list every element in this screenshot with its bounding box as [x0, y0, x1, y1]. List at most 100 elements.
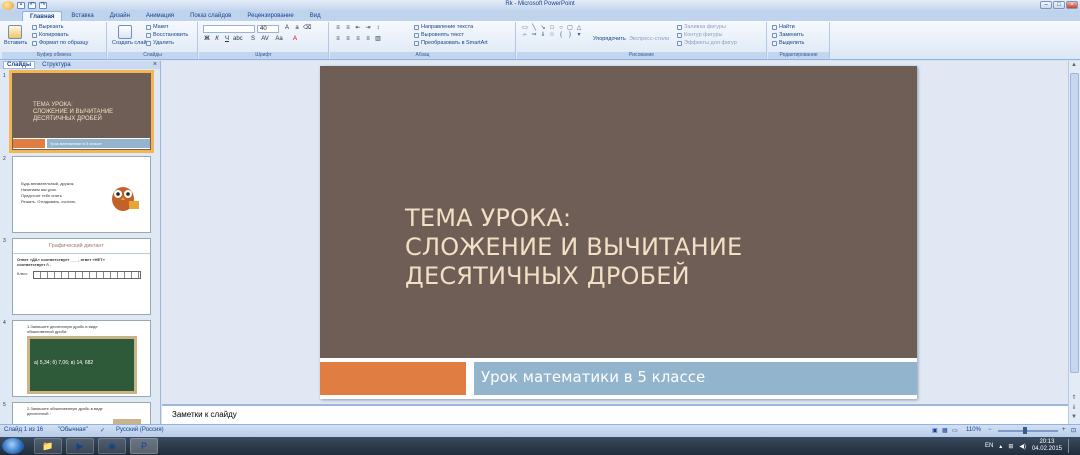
- minimize-button[interactable]: –: [1040, 1, 1052, 9]
- arrow-right-shape-icon[interactable]: ⇒: [530, 32, 538, 38]
- show-desktop-button[interactable]: [1068, 439, 1076, 453]
- case-icon[interactable]: Aa: [275, 36, 283, 43]
- oval-shape-icon[interactable]: ○: [557, 25, 565, 31]
- tab-animation[interactable]: Анимация: [139, 11, 181, 21]
- scroll-up-icon[interactable]: ▲: [1069, 62, 1079, 71]
- brace-close-shape-icon[interactable]: }: [566, 32, 574, 38]
- powerpoint-icon[interactable]: P: [130, 438, 158, 454]
- font-size-input[interactable]: 40: [257, 25, 279, 33]
- slide-thumbnail[interactable]: Будь внимательный, дружок, Начинаем мы у…: [12, 156, 151, 233]
- slide-subtitle[interactable]: Урок математики в 5 классе: [481, 368, 705, 386]
- new-slide-button[interactable]: Создать слайд: [112, 40, 150, 46]
- strikethrough-icon[interactable]: abc: [233, 36, 243, 43]
- language-indicator[interactable]: Русский (Россия): [116, 427, 164, 433]
- scroll-down-icon[interactable]: ▼: [1069, 414, 1079, 423]
- paste-button[interactable]: Вставить: [4, 40, 27, 46]
- zoom-level[interactable]: 110%: [966, 427, 981, 433]
- slide-thumbnail[interactable]: ТЕМА УРОКА: СЛОЖЕНИЕ И ВЫЧИТАНИЕ ДЕСЯТИЧ…: [9, 70, 154, 153]
- tab-home[interactable]: Главная: [22, 11, 63, 21]
- cut-button[interactable]: Вырезать: [32, 24, 63, 30]
- indent-decrease-icon[interactable]: ⇤: [354, 25, 362, 32]
- slide-thumbnail[interactable]: 2.Запишите обыкновенную дробь в виде дес…: [12, 402, 151, 424]
- sorter-view-icon[interactable]: ▦: [942, 427, 948, 434]
- brace-shape-icon[interactable]: {: [557, 32, 565, 38]
- smartart-button[interactable]: Преобразовать в SmartArt: [414, 40, 488, 46]
- textbox-shape-icon[interactable]: ▭: [521, 25, 529, 31]
- notes-placeholder[interactable]: Заметки к слайду: [172, 410, 237, 419]
- network-icon[interactable]: ⊞: [1008, 443, 1013, 450]
- zoom-slider-knob[interactable]: [1023, 427, 1027, 434]
- font-color-icon[interactable]: A: [291, 36, 299, 43]
- arrow-shape-icon[interactable]: ↘: [539, 25, 547, 31]
- rounded-rect-shape-icon[interactable]: ▢: [566, 25, 574, 31]
- notes-pane[interactable]: Заметки к слайду: [162, 404, 1068, 424]
- more-shapes-icon[interactable]: ▾: [575, 32, 583, 38]
- shape-fill-button[interactable]: Заливка фигуры: [677, 24, 726, 30]
- prev-slide-icon[interactable]: ⇑: [1069, 394, 1079, 403]
- align-center-icon[interactable]: ≡: [344, 36, 352, 43]
- tray-arrow-icon[interactable]: ▴: [999, 443, 1002, 450]
- tab-review[interactable]: Рецензирование: [240, 11, 300, 21]
- close-panel-icon[interactable]: ×: [153, 61, 157, 68]
- new-slide-icon[interactable]: [118, 25, 132, 39]
- arrange-button[interactable]: Упорядочить: [593, 36, 626, 42]
- close-button[interactable]: ×: [1066, 1, 1078, 9]
- delete-slide-button[interactable]: Удалить: [146, 40, 174, 46]
- maximize-button[interactable]: □: [1053, 1, 1065, 9]
- current-slide[interactable]: ТЕМА УРОКА: СЛОЖЕНИЕ И ВЫЧИТАНИЕ ДЕСЯТИЧ…: [320, 66, 917, 399]
- tab-design[interactable]: Дизайн: [103, 11, 137, 21]
- font-family-input[interactable]: [203, 25, 255, 33]
- replace-button[interactable]: Заменить: [772, 32, 804, 38]
- spacing-icon[interactable]: AV: [261, 36, 269, 43]
- browser-icon[interactable]: ◉: [98, 438, 126, 454]
- numbering-icon[interactable]: ≡: [344, 25, 352, 32]
- align-text-button[interactable]: Выровнять текст: [414, 32, 464, 38]
- underline-icon[interactable]: Ч: [223, 36, 231, 43]
- find-button[interactable]: Найти: [772, 24, 795, 30]
- tab-view[interactable]: Вид: [303, 11, 328, 21]
- slide-thumbnail[interactable]: 1.Запишите десятичную дробь в виде обыкн…: [12, 320, 151, 397]
- save-icon[interactable]: ▪: [17, 1, 25, 9]
- tab-slides[interactable]: Слайды: [3, 61, 36, 69]
- grow-font-icon[interactable]: A: [283, 25, 291, 32]
- zoom-out-icon[interactable]: −: [988, 427, 992, 433]
- paste-icon[interactable]: [8, 25, 22, 39]
- slide-subtitle-block[interactable]: Урок математики в 5 классе: [474, 362, 917, 395]
- explorer-icon[interactable]: 📁: [34, 438, 62, 454]
- rect-shape-icon[interactable]: □: [548, 25, 556, 31]
- zoom-slider[interactable]: [998, 427, 1058, 434]
- tab-insert[interactable]: Вставка: [64, 11, 100, 21]
- justify-icon[interactable]: ≡: [364, 36, 372, 43]
- layout-button[interactable]: Макет: [146, 24, 169, 30]
- bold-icon[interactable]: Ж: [203, 36, 211, 43]
- next-slide-icon[interactable]: ⇓: [1069, 404, 1079, 413]
- bullets-icon[interactable]: ≡: [334, 25, 342, 32]
- volume-icon[interactable]: ◀): [1019, 443, 1026, 450]
- fit-window-icon[interactable]: ⊡: [1071, 427, 1076, 434]
- shrink-font-icon[interactable]: a: [293, 25, 301, 32]
- copy-button[interactable]: Копировать: [32, 32, 69, 38]
- shapes-gallery[interactable]: ▭ ╲ ↘ □ ○ ▢ △ ⌐ ⇒ ⇓ ☆ { } ▾: [521, 25, 583, 38]
- text-direction-button[interactable]: Направление текста: [414, 24, 473, 30]
- clear-format-icon[interactable]: ⌫: [303, 25, 311, 32]
- clock[interactable]: 20:13 04.02.2015: [1032, 439, 1062, 453]
- undo-icon[interactable]: ↶: [28, 1, 36, 9]
- italic-icon[interactable]: К: [213, 36, 221, 43]
- scroll-thumb[interactable]: [1070, 73, 1079, 373]
- start-button[interactable]: [2, 438, 24, 454]
- shape-outline-button[interactable]: Контур фигуры: [677, 32, 722, 38]
- tab-slideshow[interactable]: Показ слайдов: [183, 11, 238, 21]
- language-indicator-tray[interactable]: EN: [985, 443, 993, 449]
- zoom-in-icon[interactable]: +: [1062, 427, 1066, 433]
- format-painter-button[interactable]: Формат по образцу: [32, 40, 88, 46]
- spellcheck-icon[interactable]: ✓: [100, 427, 105, 434]
- tab-outline[interactable]: Структура: [39, 62, 73, 68]
- arrow-down-shape-icon[interactable]: ⇓: [539, 32, 547, 38]
- select-button[interactable]: Выделить: [772, 40, 804, 46]
- line-shape-icon[interactable]: ╲: [530, 25, 538, 31]
- star-shape-icon[interactable]: ☆: [548, 32, 556, 38]
- reset-button[interactable]: Восстановить: [146, 32, 188, 38]
- align-left-icon[interactable]: ≡: [334, 36, 342, 43]
- shape-effects-button[interactable]: Эффекты для фигур: [677, 40, 737, 46]
- slideshow-view-icon[interactable]: ▭: [952, 427, 958, 434]
